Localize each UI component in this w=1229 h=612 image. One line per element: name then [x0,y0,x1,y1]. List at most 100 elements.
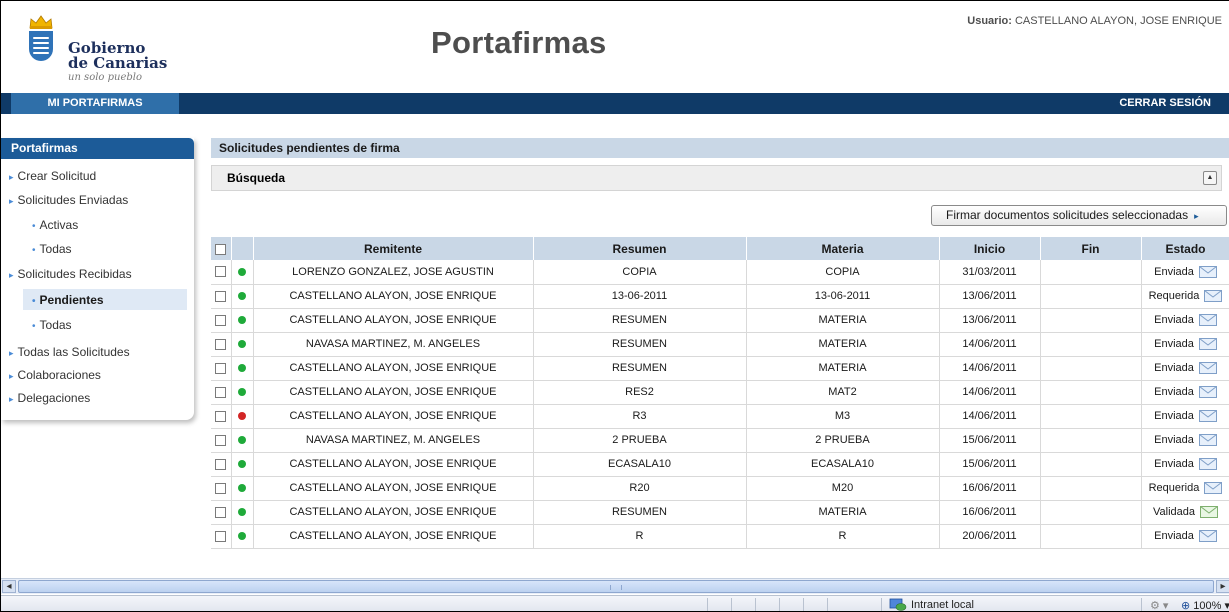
search-panel-label: Búsqueda [227,171,286,185]
envelope-icon[interactable] [1198,530,1217,542]
envelope-icon[interactable] [1198,265,1217,278]
user-info: Usuario: CASTELLANO ALAYON, JOSE ENRIQUE [967,15,1222,27]
row-checkbox[interactable] [215,266,227,278]
table-row[interactable]: NAVASA MARTINEZ, M. ANGELES RESUMEN MATERI… [211,332,1229,357]
horizontal-scrollbar[interactable]: ◂ ▸ [1,578,1229,594]
row-status-cell [231,476,254,501]
row-checkbox[interactable] [215,458,227,470]
row-select-cell [211,260,232,285]
envelope-icon[interactable] [1198,434,1217,446]
table-row[interactable]: CASTELLANO ALAYON, JOSE ENRIQUE 13-06-201… [211,284,1229,309]
row-status-cell [231,284,254,309]
table-row[interactable]: CASTELLANO ALAYON, JOSE ENRIQUE R20 M20 16/… [211,476,1229,501]
cell-resumen: R20 [533,476,747,501]
gobierno-canarias-logo[interactable]: Gobierno de Canarias un solo pueblo [24,15,184,83]
select-all-checkbox[interactable] [215,243,227,255]
table-row[interactable]: NAVASA MARTINEZ, M. ANGELES 2 PRUEBA 2 PRU… [211,428,1229,453]
scroll-left-icon[interactable]: ◂ [2,580,16,593]
cell-inicio: 13/06/2011 [939,308,1041,333]
envelope-icon[interactable] [1198,362,1217,374]
chevron-right-icon: ▸ [9,196,14,206]
column-header-fin[interactable]: Fin [1040,237,1142,260]
protected-mode-icon[interactable]: ⚙ ▾ [1150,599,1168,611]
row-checkbox[interactable] [215,506,227,518]
search-panel-header[interactable]: Búsqueda ▲ [211,165,1222,191]
table-row[interactable]: CASTELLANO ALAYON, JOSE ENRIQUE ECASALA10… [211,452,1229,477]
envelope-icon[interactable] [1198,458,1217,470]
cell-remitente: CASTELLANO ALAYON, JOSE ENRIQUE [253,308,534,333]
cell-resumen: ECASALA10 [533,452,747,477]
sidebar-item-colaboraciones[interactable]: ▸ Colaboraciones [9,368,101,382]
table-row[interactable]: LORENZO GONZALEZ, JOSE AGUSTIN COPIA COPIA… [211,260,1229,285]
row-checkbox[interactable] [215,434,227,446]
bullet-icon: • [32,296,36,307]
shield-icon [29,31,53,61]
row-checkbox[interactable] [215,338,227,350]
scrollbar-thumb[interactable] [18,580,1214,593]
user-name: CASTELLANO ALAYON, JOSE ENRIQUE [1014,15,1222,27]
cell-fin [1040,500,1142,525]
column-header-remitente[interactable]: Remitente [253,237,534,260]
cell-inicio: 31/03/2011 [939,260,1041,285]
cell-inicio: 14/06/2011 [939,404,1041,429]
envelope-icon[interactable] [1204,290,1223,302]
sidebar-item-recibidas-pendientes[interactable]: • Pendientes [32,293,104,307]
row-select-cell [211,284,232,309]
security-zone-label: Intranet local [911,598,974,611]
row-checkbox[interactable] [215,290,227,302]
page-header: Gobierno de Canarias un solo pueblo Port… [1,1,1229,93]
table-row[interactable]: CASTELLANO ALAYON, JOSE ENRIQUE R3 M3 14/06… [211,404,1229,429]
envelope-icon[interactable] [1200,506,1218,518]
browser-status-bar: Intranet local ⚙ ▾ ⊕ 100% ▾ [1,595,1229,611]
tab-mi-portafirmas[interactable]: MI PORTAFIRMAS [11,93,179,114]
cell-estado: Enviada [1141,452,1229,477]
cell-materia: MAT2 [746,380,940,405]
sign-selected-button[interactable]: Firmar documentos solicitudes selecciona… [931,205,1227,226]
status-dot-icon [238,412,246,421]
zoom-control[interactable]: ⊕ 100% ▾ [1181,599,1229,611]
envelope-icon[interactable] [1198,410,1217,422]
row-checkbox[interactable] [215,314,227,326]
column-header-inicio[interactable]: Inicio [939,237,1041,260]
chevron-down-icon: ▾ [1224,600,1229,611]
column-header-resumen[interactable]: Resumen [533,237,747,260]
sidebar-item-enviadas-todas[interactable]: • Todas [32,242,72,256]
row-checkbox[interactable] [215,482,227,494]
cell-estado: Enviada [1141,524,1229,549]
envelope-icon[interactable] [1198,314,1217,326]
row-checkbox[interactable] [215,530,227,542]
sidebar-item-solicitudes-enviadas[interactable]: ▸ Solicitudes Enviadas [9,193,128,207]
sidebar-item-crear-solicitud[interactable]: ▸ Crear Solicitud [9,169,96,183]
scroll-right-icon[interactable]: ▸ [1216,580,1229,593]
collapse-up-icon[interactable]: ▲ [1203,171,1217,185]
sidebar-item-todas-solicitudes[interactable]: ▸ Todas las Solicitudes [9,345,130,359]
column-header-materia[interactable]: Materia [746,237,940,260]
table-row[interactable]: CASTELLANO ALAYON, JOSE ENRIQUE RESUMEN MA… [211,500,1229,525]
sidebar-item-solicitudes-recibidas[interactable]: ▸ Solicitudes Recibidas [9,267,132,281]
table-row[interactable]: CASTELLANO ALAYON, JOSE ENRIQUE RESUMEN MA… [211,356,1229,381]
envelope-icon[interactable] [1198,338,1217,350]
sidebar-item-enviadas-activas[interactable]: • Activas [32,218,78,232]
status-divider [881,598,882,611]
sidebar-item-delegaciones[interactable]: ▸ Delegaciones [9,391,90,405]
row-checkbox[interactable] [215,362,227,374]
row-select-cell [211,428,232,453]
estado-label: Validada [1153,506,1195,518]
security-zone[interactable]: Intranet local [889,598,974,611]
table-row[interactable]: CASTELLANO ALAYON, JOSE ENRIQUE RES2 MAT2 1… [211,380,1229,405]
sidebar-item-recibidas-todas[interactable]: • Todas [32,318,72,332]
row-status-cell [231,332,254,357]
table-row[interactable]: CASTELLANO ALAYON, JOSE ENRIQUE RESUMEN MA… [211,308,1229,333]
envelope-icon[interactable] [1198,386,1217,398]
cell-materia: COPIA [746,260,940,285]
cell-remitente: CASTELLANO ALAYON, JOSE ENRIQUE [253,380,534,405]
row-checkbox[interactable] [215,410,227,422]
logout-link[interactable]: CERRAR SESIÓN [1119,93,1211,114]
status-dot-icon [238,388,246,397]
envelope-icon[interactable] [1204,482,1223,494]
cell-estado: Enviada [1141,356,1229,381]
column-header-estado[interactable]: Estado [1141,237,1229,260]
table-row[interactable]: CASTELLANO ALAYON, JOSE ENRIQUE R R 20/06/2… [211,524,1229,549]
cell-remitente: CASTELLANO ALAYON, JOSE ENRIQUE [253,476,534,501]
row-checkbox[interactable] [215,386,227,398]
